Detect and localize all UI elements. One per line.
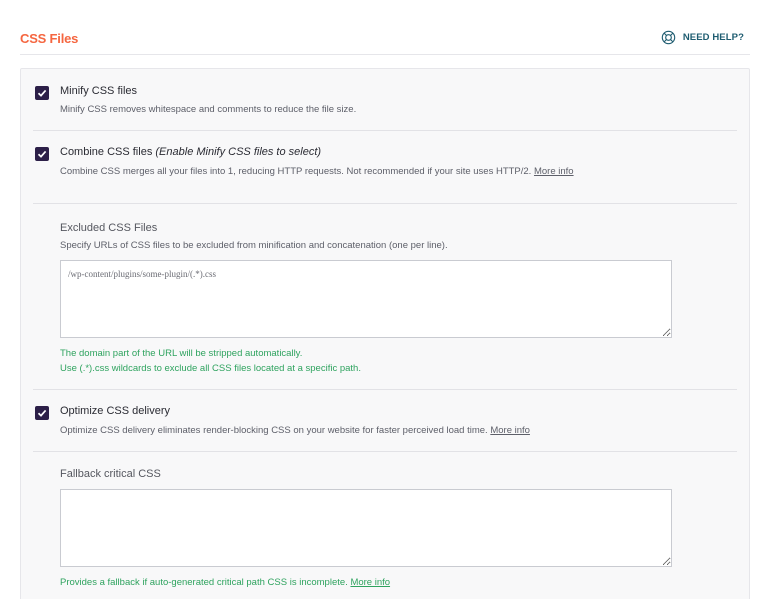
excluded-css-description: Specify URLs of CSS files to be excluded… xyxy=(60,240,448,251)
fallback-critical-css-hint-text: Provides a fallback if auto-generated cr… xyxy=(60,577,348,588)
optimize-css-more-info-link[interactable]: More info xyxy=(490,425,530,436)
minify-css-checkbox[interactable] xyxy=(35,86,49,100)
combine-css-description-text: Combine CSS merges all your files into 1… xyxy=(60,166,532,177)
section-header: CSS Files NEED HELP? xyxy=(20,28,750,55)
fallback-more-info-link[interactable]: More info xyxy=(350,577,390,588)
divider xyxy=(33,451,737,452)
combine-css-label-text: Combine CSS files xyxy=(60,146,153,158)
combine-css-checkbox[interactable] xyxy=(35,147,49,161)
lifebuoy-icon xyxy=(661,30,676,45)
fallback-critical-css-hint: Provides a fallback if auto-generated cr… xyxy=(60,577,390,588)
excluded-css-textarea[interactable] xyxy=(60,260,672,338)
optimize-css-delivery-description-text: Optimize CSS delivery eliminates render-… xyxy=(60,425,488,436)
minify-css-description: Minify CSS removes whitespace and commen… xyxy=(60,104,357,115)
fallback-critical-css-textarea[interactable] xyxy=(60,489,672,567)
divider xyxy=(33,130,737,131)
section-title: CSS Files xyxy=(20,31,79,46)
fallback-critical-css-label: Fallback critical CSS xyxy=(60,468,161,480)
css-settings-panel: Minify CSS files Minify CSS removes whit… xyxy=(20,68,750,599)
divider xyxy=(33,389,737,390)
optimize-css-delivery-description: Optimize CSS delivery eliminates render-… xyxy=(60,425,530,436)
checkmark-icon xyxy=(37,409,47,417)
combine-css-label[interactable]: Combine CSS files (Enable Minify CSS fil… xyxy=(60,146,321,158)
optimize-css-delivery-checkbox[interactable] xyxy=(35,406,49,420)
excluded-css-label: Excluded CSS Files xyxy=(60,222,158,234)
minify-css-label[interactable]: Minify CSS files xyxy=(60,85,137,97)
excluded-css-hint-wildcard: Use (.*).css wildcards to exclude all CS… xyxy=(60,363,361,374)
checkmark-icon xyxy=(37,89,47,97)
optimize-css-delivery-label[interactable]: Optimize CSS delivery xyxy=(60,405,170,417)
combine-css-description: Combine CSS merges all your files into 1… xyxy=(60,166,574,177)
checkmark-icon xyxy=(37,150,47,158)
need-help-button[interactable]: NEED HELP? xyxy=(661,30,744,45)
need-help-label: NEED HELP? xyxy=(682,32,744,43)
excluded-css-hint-domain: The domain part of the URL will be strip… xyxy=(60,348,303,359)
combine-css-label-note: (Enable Minify CSS files to select) xyxy=(155,146,322,158)
combine-css-more-info-link[interactable]: More info xyxy=(534,166,574,177)
divider xyxy=(33,203,737,204)
